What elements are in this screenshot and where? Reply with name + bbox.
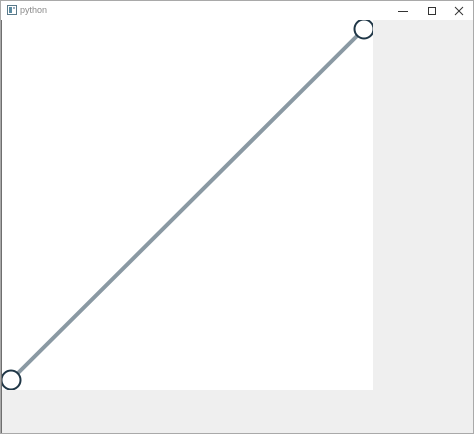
maximize-button[interactable] [418,1,446,20]
minimize-button[interactable] [389,1,417,20]
title-bar[interactable]: python [1,1,473,20]
minimize-icon [398,6,408,16]
drawing-canvas[interactable] [2,20,373,390]
canvas-svg [2,20,373,390]
close-button[interactable] [445,1,473,20]
window-title: python [20,5,48,15]
end-handle[interactable] [353,20,374,40]
app-icon [7,5,17,15]
start-handle[interactable] [2,369,22,390]
close-icon [454,6,464,16]
line-segment[interactable] [9,27,366,382]
app-window: python [0,0,474,434]
maximize-icon [427,6,437,16]
